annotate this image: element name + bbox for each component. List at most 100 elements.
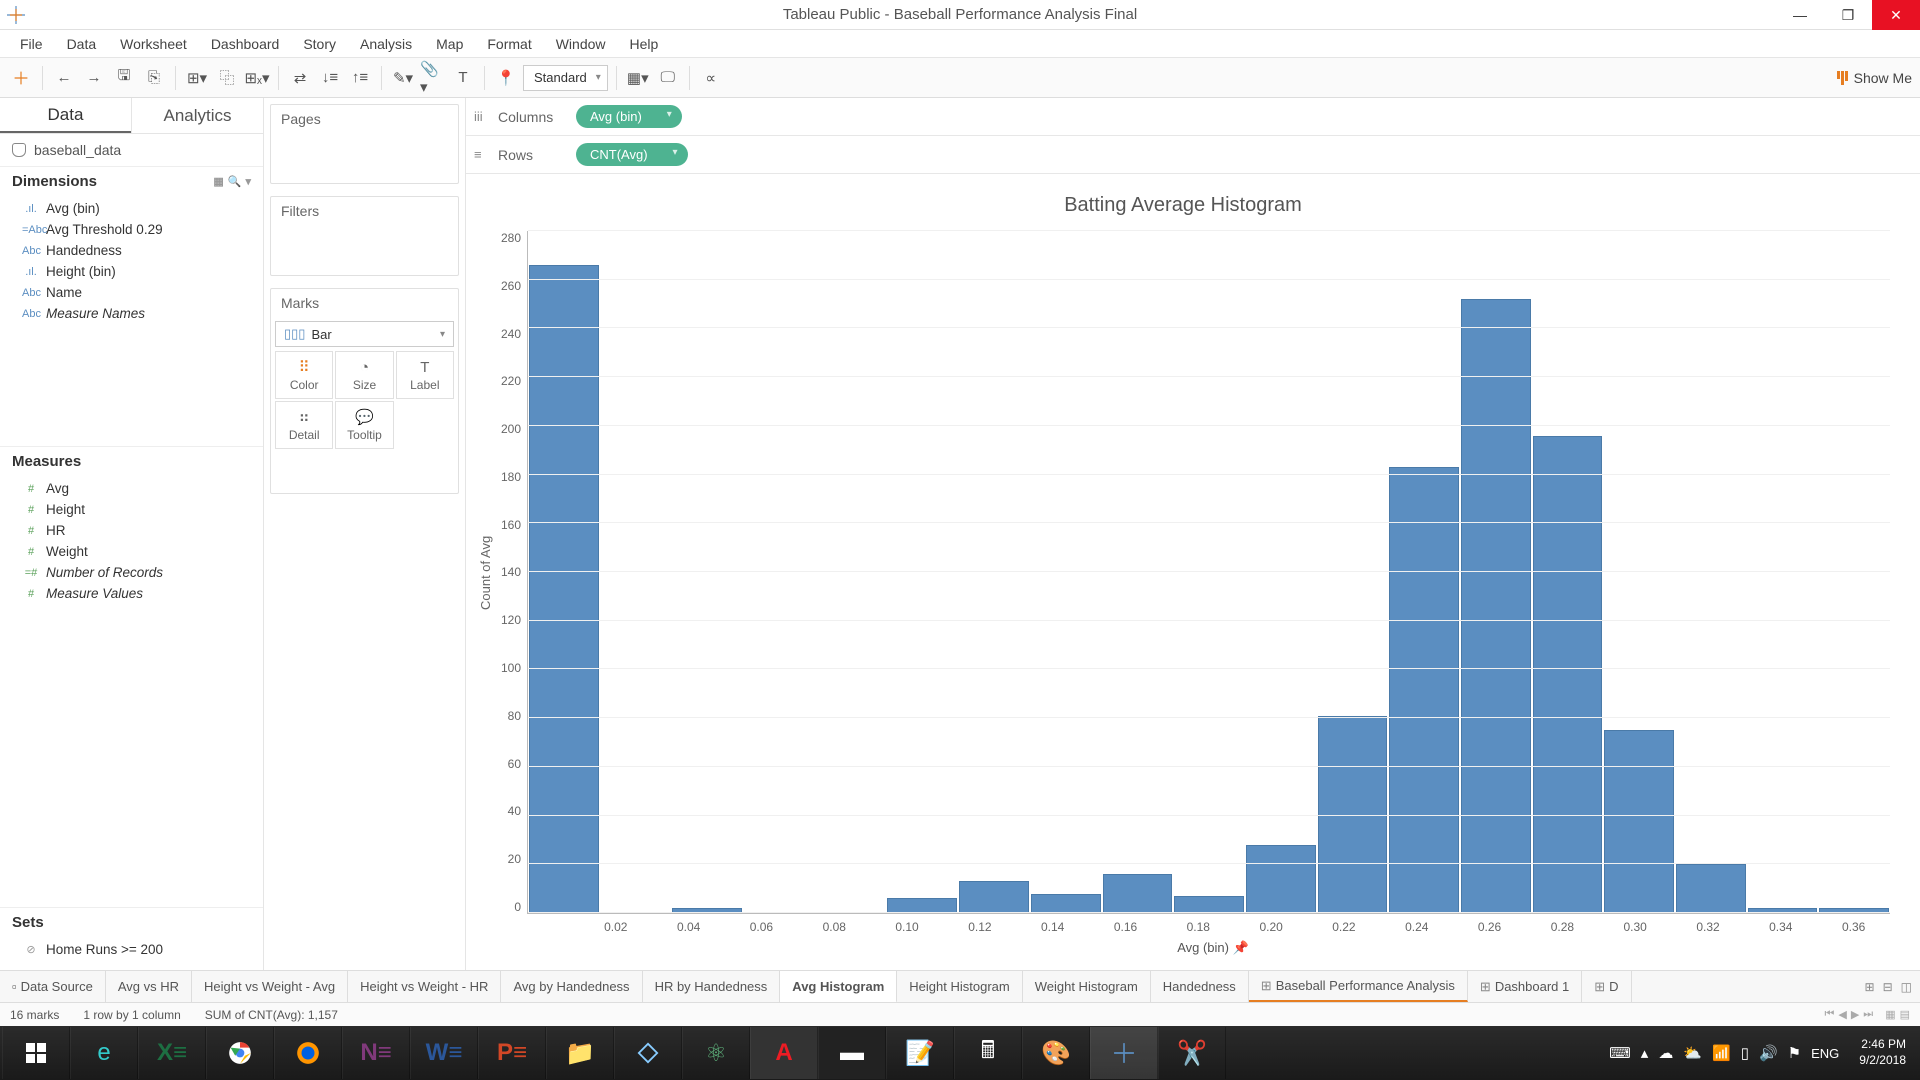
plot-area[interactable] xyxy=(527,231,1890,914)
field-item[interactable]: AbcMeasure Names xyxy=(0,303,263,324)
field-item[interactable]: #Measure Values xyxy=(0,583,263,604)
wifi-icon[interactable]: 📶 xyxy=(1712,1044,1731,1062)
presentation-button[interactable]: 🖵 xyxy=(655,65,681,91)
duplicate-button[interactable]: ⿻ xyxy=(214,65,240,91)
field-item[interactable]: AbcHandedness xyxy=(0,240,263,261)
explorer-icon[interactable]: 📁 xyxy=(546,1027,614,1079)
field-item[interactable]: #Avg xyxy=(0,478,263,499)
field-item[interactable]: =#Number of Records xyxy=(0,562,263,583)
tableau-icon[interactable] xyxy=(8,65,34,91)
flag-icon[interactable]: ⚑ xyxy=(1788,1044,1801,1062)
bar[interactable] xyxy=(887,898,957,913)
acrobat-icon[interactable]: A xyxy=(750,1027,818,1079)
minimize-button[interactable]: — xyxy=(1776,0,1824,30)
marks-tooltip[interactable]: 💬Tooltip xyxy=(335,401,393,449)
marks-color[interactable]: ⠿Color xyxy=(275,351,333,399)
redo-button[interactable]: → xyxy=(81,65,107,91)
pages-shelf[interactable]: Pages xyxy=(270,104,459,184)
nav-first[interactable]: ⏮ xyxy=(1824,1008,1834,1021)
datasource-tab[interactable]: ▫Data Source xyxy=(0,971,106,1002)
new-worksheet-button[interactable]: ⊞▾ xyxy=(184,65,210,91)
rows-shelf[interactable]: ≡ Rows CNT(Avg) xyxy=(466,136,1920,174)
terminal-icon[interactable]: ▬ xyxy=(818,1027,886,1079)
bar[interactable] xyxy=(1103,874,1173,913)
app-icon[interactable] xyxy=(614,1027,682,1079)
new-worksheet-icon[interactable]: ⊞ xyxy=(1863,980,1877,994)
field-item[interactable]: ⊘Home Runs >= 200 xyxy=(0,939,263,960)
field-item[interactable]: =AbcAvg Threshold 0.29 xyxy=(0,219,263,240)
nav-next[interactable]: ▶ xyxy=(1851,1008,1859,1021)
marks-size[interactable]: ◔Size xyxy=(335,351,393,399)
powerpoint-icon[interactable]: P≡ xyxy=(478,1027,546,1079)
bar[interactable] xyxy=(1604,730,1674,913)
paint-icon[interactable]: 🎨 xyxy=(1022,1027,1090,1079)
bar[interactable] xyxy=(1461,299,1531,913)
marks-label[interactable]: TLabel xyxy=(396,351,454,399)
menu-analysis[interactable]: Analysis xyxy=(348,32,424,56)
notepad-icon[interactable]: 📝 xyxy=(886,1027,954,1079)
sheet-tab[interactable]: Height vs Weight - HR xyxy=(348,971,501,1002)
bar[interactable] xyxy=(1533,436,1603,913)
field-item[interactable]: #Weight xyxy=(0,541,263,562)
clear-button[interactable]: ⊞ₓ▾ xyxy=(244,65,270,91)
nav-last[interactable]: ⏭ xyxy=(1863,1008,1873,1021)
menu-icon[interactable]: ▾ xyxy=(245,175,251,188)
share-button[interactable]: ∝ xyxy=(698,65,724,91)
text-button[interactable]: T xyxy=(450,65,476,91)
menu-format[interactable]: Format xyxy=(475,32,543,56)
field-item[interactable]: #HR xyxy=(0,520,263,541)
calculator-icon[interactable]: 🖩 xyxy=(954,1027,1022,1079)
fit-dropdown[interactable]: Standard xyxy=(523,65,608,91)
chrome-icon[interactable] xyxy=(206,1027,274,1079)
marks-detail[interactable]: ⠶Detail xyxy=(275,401,333,449)
sheet-tab[interactable]: Height Histogram xyxy=(897,971,1022,1002)
keyboard-icon[interactable]: ⌨ xyxy=(1609,1044,1631,1062)
new-datasource-button[interactable]: ⎘ xyxy=(141,65,167,91)
tray-up-icon[interactable]: ▴ xyxy=(1641,1044,1649,1062)
pin-button[interactable]: 📍 xyxy=(493,65,519,91)
columns-pill[interactable]: Avg (bin) xyxy=(576,105,682,128)
sheet-tab[interactable]: Height vs Weight - Avg xyxy=(192,971,348,1002)
firefox-icon[interactable] xyxy=(274,1027,342,1079)
atom-icon[interactable]: ⚛ xyxy=(682,1027,750,1079)
save-button[interactable]: 🖫 xyxy=(111,65,137,91)
weather-icon[interactable]: ⛅ xyxy=(1683,1044,1702,1062)
onenote-icon[interactable]: N≡ xyxy=(342,1027,410,1079)
new-story-icon[interactable]: ◫ xyxy=(1899,980,1914,994)
sheet-tab[interactable]: Avg vs HR xyxy=(106,971,192,1002)
menu-file[interactable]: File xyxy=(8,32,55,56)
field-item[interactable]: .ıl.Avg (bin) xyxy=(0,198,263,219)
start-button[interactable] xyxy=(2,1027,70,1079)
group-button[interactable]: 📎▾ xyxy=(420,65,446,91)
sheet-tab[interactable]: ⊞Baseball Performance Analysis xyxy=(1249,971,1468,1002)
field-item[interactable]: .ıl.Height (bin) xyxy=(0,261,263,282)
sort-asc-button[interactable]: ↓≡ xyxy=(317,65,343,91)
maximize-button[interactable]: ❐ xyxy=(1824,0,1872,30)
bar[interactable] xyxy=(1676,864,1746,913)
menu-data[interactable]: Data xyxy=(55,32,109,56)
bar[interactable] xyxy=(959,881,1029,913)
menu-dashboard[interactable]: Dashboard xyxy=(199,32,292,56)
view-tabs-icon[interactable]: ▦ xyxy=(1885,1008,1895,1021)
sheet-tab[interactable]: Weight Histogram xyxy=(1023,971,1151,1002)
undo-button[interactable]: ← xyxy=(51,65,77,91)
lang-indicator[interactable]: ENG xyxy=(1811,1046,1839,1061)
highlight-button[interactable]: ✎▾ xyxy=(390,65,416,91)
bar[interactable] xyxy=(529,265,599,913)
menu-window[interactable]: Window xyxy=(544,32,618,56)
field-item[interactable]: #Height xyxy=(0,499,263,520)
snipping-icon[interactable]: ✂️ xyxy=(1158,1027,1226,1079)
sheet-tab[interactable]: Handedness xyxy=(1151,971,1249,1002)
menu-story[interactable]: Story xyxy=(291,32,348,56)
clock[interactable]: 2:46 PM 9/2/2018 xyxy=(1849,1037,1916,1068)
ie-icon[interactable]: e xyxy=(70,1027,138,1079)
bar[interactable] xyxy=(1389,467,1459,913)
bar[interactable] xyxy=(1174,896,1244,913)
search-icon[interactable]: 🔍 xyxy=(228,175,242,188)
menu-help[interactable]: Help xyxy=(618,32,671,56)
rows-pill[interactable]: CNT(Avg) xyxy=(576,143,688,166)
excel-icon[interactable]: X≡ xyxy=(138,1027,206,1079)
datasource-item[interactable]: baseball_data xyxy=(0,134,263,166)
show-me-button[interactable]: Show Me xyxy=(1837,70,1912,86)
sheet-tab[interactable]: Avg Histogram xyxy=(780,971,897,1003)
